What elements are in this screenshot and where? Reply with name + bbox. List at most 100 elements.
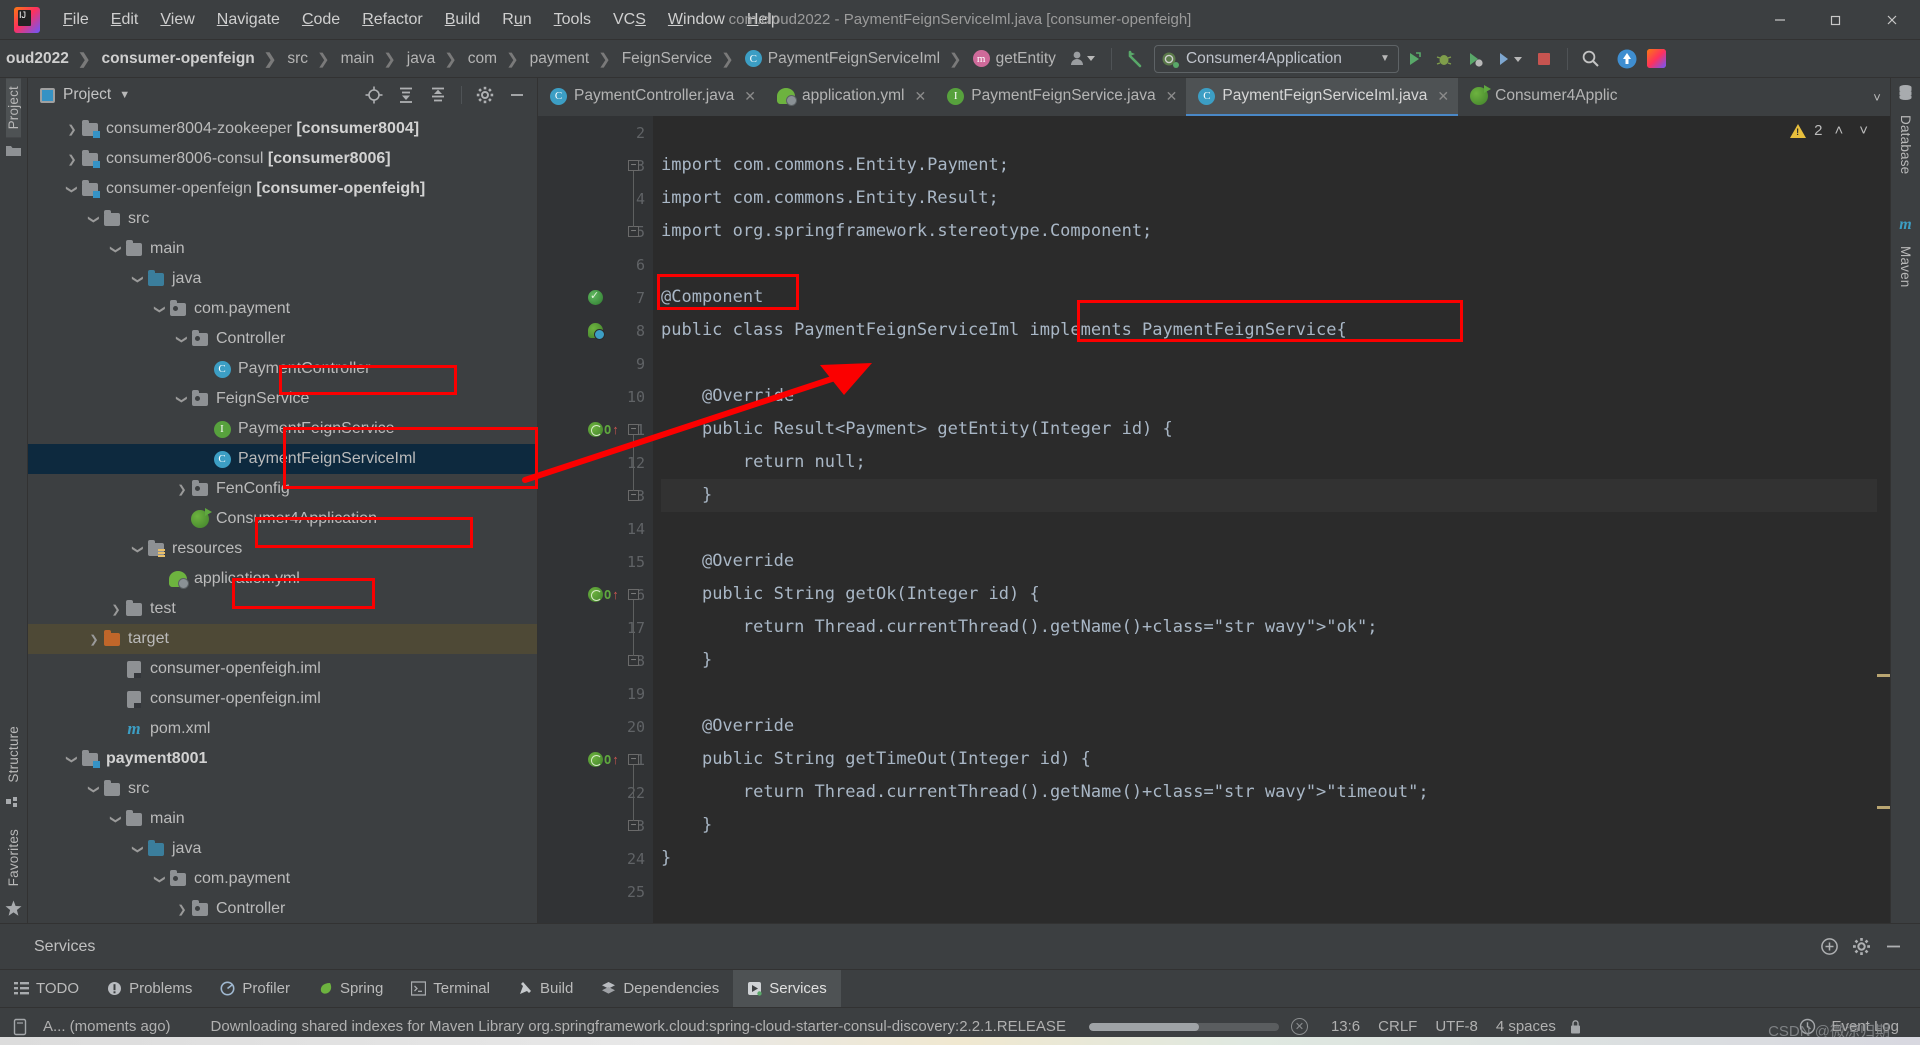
line-separator[interactable]: CRLF [1369,1018,1426,1035]
editor-tab-4[interactable]: Consumer4Applic [1458,78,1626,116]
code-line-11[interactable]: public Result<Payment> getEntity(Integer… [661,413,1890,446]
bottom-tab-services[interactable]: Services [733,970,841,1007]
fold-toggle-icon[interactable]: − [628,424,639,435]
menu-item-window[interactable]: Window [657,6,736,34]
code-line-15[interactable]: @Override [661,545,1890,578]
chevron-down-icon[interactable]: ❯ [66,751,79,767]
menu-item-file[interactable]: FFileile [52,6,100,34]
tree-row[interactable]: ❯ payment8001 [28,744,537,774]
gear-icon[interactable] [1848,934,1874,960]
stop-button[interactable] [1529,44,1559,74]
code-line-17[interactable]: return Thread.currentThread().getName()+… [661,611,1890,644]
code-line-5[interactable]: import org.springframework.stereotype.Co… [661,215,1890,248]
next-problem-icon[interactable]: ˅ [1855,122,1872,139]
sidebar-item-database[interactable]: Database [1898,107,1913,182]
fold-toggle-icon[interactable]: − [628,820,639,831]
tree-row[interactable]: ❯ consumer8004-zookeeper [consumer8004] [28,114,537,144]
chevron-right-icon[interactable]: ❯ [108,603,124,616]
chevron-down-icon[interactable]: ❯ [132,541,145,557]
notification-icon[interactable] [12,1018,28,1036]
project-tree[interactable]: ❯ consumer8004-zookeeper [consumer8004] ❯ c… [28,112,537,923]
bottom-tool-window-bar[interactable]: TODO Problems Profiler Spring Terminal Build D… [0,969,1920,1007]
prev-problem-icon[interactable]: ˄ [1830,122,1847,139]
editor-scrollbar[interactable] [1877,116,1890,923]
chevron-down-icon[interactable]: ❯ [88,781,101,797]
editor-gutter[interactable]: 2345678910111213141516171819202122232425… [538,116,653,923]
gear-icon[interactable] [473,83,497,107]
chevron-right-icon[interactable]: ❯ [64,123,80,136]
bottom-tab-profiler[interactable]: Profiler [206,970,304,1007]
close-tab-icon[interactable]: ✕ [744,88,756,105]
tree-row[interactable]: C PaymentController [28,354,537,384]
code-line-16[interactable]: public String getOk(Integer id) { [661,578,1890,611]
tree-row[interactable]: ❯ FenConfig [28,474,537,504]
chevron-down-icon[interactable]: ❯ [154,871,167,887]
run-configuration-selector[interactable]: Consumer4Application ▼ [1153,44,1399,73]
chevron-right-icon[interactable]: ❯ [86,633,102,646]
bottom-tab-todo[interactable]: TODO [0,970,93,1007]
code-line-24[interactable]: } [661,842,1890,875]
breadcrumb-item-7[interactable]: FeignService ❯ [616,40,739,78]
code-line-2[interactable] [661,116,1890,149]
chevron-down-icon[interactable]: ❯ [154,301,167,317]
inspection-widget[interactable]: 2 ˄ ˅ [1790,122,1872,139]
code-line-13[interactable]: } [661,479,1890,512]
profile-button[interactable] [1489,44,1529,74]
chevron-down-icon[interactable]: ❯ [176,391,189,407]
hide-panel-icon[interactable] [505,83,529,107]
ide-icon[interactable] [1642,44,1672,74]
code-line-6[interactable] [661,248,1890,281]
menu-item-refactor[interactable]: Refactor [351,6,433,34]
code-line-18[interactable]: } [661,644,1890,677]
run-button[interactable] [1399,44,1429,74]
lock-icon[interactable] [1569,1019,1582,1035]
tree-row[interactable]: m pom.xml [28,714,537,744]
breadcrumb-item-3[interactable]: main ❯ [335,40,401,78]
code-line-4[interactable]: import com.commons.Entity.Result; [661,182,1890,215]
breadcrumb-item-5[interactable]: com ❯ [462,40,524,78]
code-line-8[interactable]: public class PaymentFeignServiceIml impl… [661,314,1890,347]
sidebar-item-structure[interactable]: Structure [6,718,21,791]
chevron-right-icon[interactable]: ❯ [64,153,80,166]
maximize-button[interactable] [1808,0,1864,40]
sidebar-item-favorites[interactable]: Favorites [6,821,21,894]
code-line-20[interactable]: @Override [661,710,1890,743]
back-arrow-icon[interactable] [1120,44,1150,74]
tree-row[interactable]: ❯ resources [28,534,537,564]
tree-row[interactable]: Consumer4Application [28,504,537,534]
search-icon[interactable] [1576,44,1606,74]
menu-item-help[interactable]: Help [736,6,791,34]
update-icon[interactable] [1612,44,1642,74]
editor-tab-3[interactable]: C PaymentFeignServiceIml.java ✕ [1186,78,1459,116]
bottom-tab-build[interactable]: Build [504,970,587,1007]
code-line-12[interactable]: return null; [661,446,1890,479]
sidebar-item-maven[interactable]: Maven [1898,238,1913,296]
tree-row[interactable]: application.yml [28,564,537,594]
collapse-all-icon[interactable] [426,83,450,107]
chevron-down-icon[interactable]: ▼ [119,89,130,101]
event-log-icon[interactable] [1799,1018,1816,1035]
code-line-19[interactable] [661,677,1890,710]
fold-toggle-icon[interactable]: − [628,589,639,600]
close-button[interactable] [1864,0,1920,40]
editor-tab-2[interactable]: I PaymentFeignService.java ✕ [935,78,1186,116]
code-line-7[interactable]: @Component [661,281,1890,314]
tab-list-chevron-icon[interactable]: ˅ [1864,78,1890,116]
minimize-button[interactable] [1752,0,1808,40]
user-icon[interactable] [1061,44,1103,74]
notification-text[interactable]: A... (moments ago) [34,1018,180,1035]
caret-position[interactable]: 13:6 [1322,1018,1369,1035]
breadcrumb-item-9[interactable]: m getEntity [967,40,1061,78]
chevron-right-icon[interactable]: ❯ [174,483,190,496]
chevron-down-icon[interactable]: ❯ [110,811,123,827]
code-line-3[interactable]: import com.commons.Entity.Payment; [661,149,1890,182]
chevron-down-icon[interactable]: ❯ [110,241,123,257]
gutter-marker-icon[interactable] [588,323,605,340]
bottom-tab-problems[interactable]: Problems [93,970,206,1007]
code-line-25[interactable] [661,875,1890,908]
gutter-marker-icon[interactable]: O ↑ [588,422,619,437]
chevron-right-icon[interactable]: ❯ [174,903,190,916]
encoding[interactable]: UTF-8 [1426,1018,1487,1035]
code-folding-column[interactable]: − − − − − − − − [628,116,654,923]
editor-tab-0[interactable]: C PaymentController.java ✕ [538,78,765,116]
